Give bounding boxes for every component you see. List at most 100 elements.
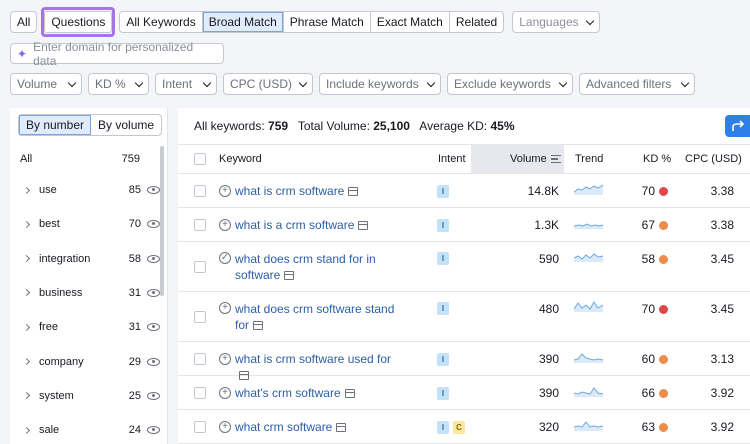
serp-icon[interactable] <box>348 187 359 196</box>
group-name: system <box>39 389 74 402</box>
domain-input[interactable]: ✦ Enter domain for personalized data <box>10 40 224 68</box>
keyword-link[interactable]: what crm software <box>235 419 405 435</box>
eye-icon[interactable] <box>147 426 160 435</box>
row-checkbox[interactable] <box>194 353 206 365</box>
header-kd[interactable]: KD % <box>643 145 671 173</box>
keyword-link[interactable]: what is crm software <box>235 183 405 199</box>
trend-sparkline <box>574 421 604 431</box>
eye-icon[interactable] <box>147 254 160 263</box>
summary-avg-kd-value: 45% <box>490 119 515 133</box>
filter-exclude-keywords[interactable]: Exclude keywords <box>447 73 573 95</box>
tab-questions[interactable]: Questions <box>44 11 113 33</box>
filter-cpc[interactable]: CPC (USD) <box>223 73 313 95</box>
add-circle-icon[interactable]: + <box>219 353 231 365</box>
export-arrow-icon <box>732 120 745 131</box>
serp-icon[interactable] <box>358 221 369 230</box>
kd-level-dot <box>659 355 668 364</box>
group-item[interactable]: sale 24 <box>20 422 160 438</box>
filter-label: Advanced filters <box>586 77 672 91</box>
table-row: ✓ what does crm stand for in software I 590… <box>178 242 750 292</box>
keyword-groups-panel: By number By volume All 759 use 85 best 70 i… <box>10 108 168 444</box>
add-circle-icon[interactable]: + <box>219 219 231 231</box>
group-count: 29 <box>128 355 141 368</box>
volume-cell: 590 <box>538 252 559 266</box>
group-all-label: All <box>20 153 33 165</box>
tab-all[interactable]: All <box>11 12 36 32</box>
keyword-link[interactable]: what does crm stand for in software <box>235 251 405 283</box>
keywords-summary: All keywords: 759 Total Volume: 25,100 A… <box>194 119 515 133</box>
tab-related[interactable]: Related <box>450 12 503 32</box>
row-checkbox[interactable] <box>194 219 206 231</box>
group-item[interactable]: best 70 <box>20 216 160 232</box>
filter-volume[interactable]: Volume <box>10 73 82 95</box>
check-circle-icon[interactable]: ✓ <box>219 252 231 264</box>
add-circle-icon[interactable]: + <box>219 185 231 197</box>
trend-sparkline <box>574 223 604 229</box>
chevron-right-icon <box>22 357 31 366</box>
group-item[interactable]: company 29 <box>20 354 160 370</box>
eye-icon[interactable] <box>147 220 160 229</box>
cpc-value: 3.38 <box>710 218 734 232</box>
keyword-link[interactable]: what does crm software stand for <box>235 301 405 333</box>
domain-input-placeholder: Enter domain for personalized data <box>33 39 194 68</box>
row-checkbox[interactable] <box>194 311 206 323</box>
serp-icon[interactable] <box>284 271 295 280</box>
row-checkbox[interactable] <box>194 261 206 273</box>
add-circle-icon[interactable]: + <box>219 421 231 433</box>
cpc-value: 3.92 <box>710 386 734 400</box>
tab-phrase-match[interactable]: Phrase Match <box>284 12 371 32</box>
intent-cell: I <box>437 302 449 315</box>
export-button[interactable] <box>725 115 750 137</box>
group-item[interactable]: use 85 <box>20 182 160 198</box>
group-count: 85 <box>128 184 141 196</box>
group-item[interactable]: business 31 <box>20 285 160 301</box>
toggle-by-number[interactable]: By number <box>19 115 92 135</box>
kd-value: 63 <box>641 420 655 434</box>
serp-icon[interactable] <box>253 321 264 330</box>
keyword-tabs: All Questions All Keywords Broad Match P… <box>10 7 601 37</box>
add-circle-icon[interactable]: + <box>219 387 231 399</box>
filter-include-keywords[interactable]: Include keywords <box>319 73 441 95</box>
header-trend[interactable]: Trend <box>575 145 603 173</box>
chevron-down-icon <box>298 78 308 87</box>
header-keyword[interactable]: Keyword <box>219 145 262 173</box>
kd-value: 70 <box>641 184 655 198</box>
languages-select[interactable]: Languages <box>512 11 601 33</box>
keywords-table-panel: All keywords: 759 Total Volume: 25,100 A… <box>178 108 750 444</box>
row-checkbox[interactable] <box>194 421 206 433</box>
tab-broad-match[interactable]: Broad Match <box>202 12 284 32</box>
filter-intent[interactable]: Intent <box>155 73 217 95</box>
filter-kd[interactable]: KD % <box>88 73 149 95</box>
serp-icon[interactable] <box>336 423 347 432</box>
kd-level-dot <box>659 255 668 264</box>
group-item[interactable]: system 25 <box>20 388 160 404</box>
sparkle-icon: ✦ <box>17 46 28 61</box>
row-checkbox[interactable] <box>194 185 206 197</box>
add-circle-icon[interactable]: + <box>219 302 231 314</box>
select-all-checkbox[interactable] <box>194 153 206 165</box>
eye-icon[interactable] <box>147 357 160 366</box>
header-cpc[interactable]: CPC (USD) <box>685 145 742 173</box>
serp-icon[interactable] <box>344 389 355 398</box>
eye-icon[interactable] <box>147 391 160 400</box>
group-all-row[interactable]: All 759 <box>20 153 140 165</box>
filter-advanced[interactable]: Advanced filters <box>579 73 695 95</box>
eye-icon[interactable] <box>147 186 160 194</box>
group-item[interactable]: integration 58 <box>20 251 160 267</box>
table-row: + what crm software I C 320 63 3.92 <box>178 410 750 444</box>
keyword-link[interactable]: what's crm software <box>235 385 405 401</box>
toggle-by-volume[interactable]: By volume <box>91 115 161 135</box>
header-volume[interactable]: Volume <box>510 145 561 173</box>
row-checkbox[interactable] <box>194 387 206 399</box>
chevron-right-icon <box>22 426 31 434</box>
header-intent[interactable]: Intent <box>438 145 466 173</box>
keyword-link[interactable]: what is a crm software <box>235 217 405 233</box>
eye-icon[interactable] <box>147 323 160 332</box>
group-item[interactable]: free 31 <box>20 319 160 335</box>
tab-all-wrap: All <box>10 11 38 33</box>
groups-scrollbar[interactable] <box>160 146 164 296</box>
eye-icon[interactable] <box>147 288 160 297</box>
tab-all-keywords[interactable]: All Keywords <box>120 12 203 32</box>
tab-exact-match[interactable]: Exact Match <box>371 12 450 32</box>
table-row: + what is a crm software I 1.3K 67 3.38 <box>178 208 750 242</box>
